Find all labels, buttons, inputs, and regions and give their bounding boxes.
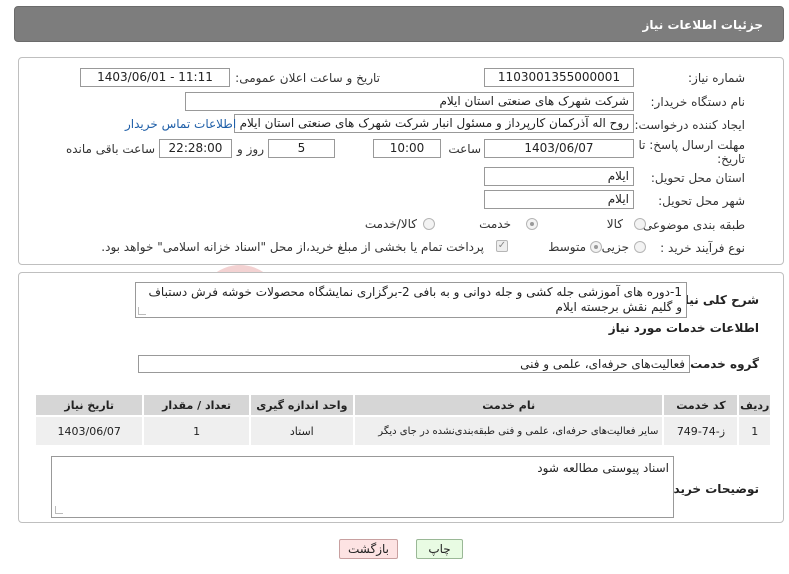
category-option-goods: کالا bbox=[606, 217, 623, 231]
process-radio-medium[interactable] bbox=[590, 241, 602, 253]
deadline-label: مهلت ارسال پاسخ: تا bbox=[638, 138, 745, 152]
cell-unit: استاد bbox=[248, 415, 355, 447]
process-label: نوع فرآیند خرید : bbox=[660, 241, 745, 255]
category-option-service: خدمت bbox=[479, 217, 511, 231]
city-label: شهر محل تحویل: bbox=[658, 194, 745, 208]
cell-row: 1 bbox=[737, 415, 772, 447]
announce-label: تاریخ و ساعت اعلان عمومی: bbox=[235, 71, 380, 85]
hour-label: ساعت bbox=[448, 142, 481, 156]
process-option-minor: جزیی bbox=[601, 240, 629, 254]
table-header-row: ردیف کد خدمت نام خدمت واحد اندازه گیری ت… bbox=[33, 393, 772, 417]
col-quantity: تعداد / مقدار bbox=[142, 393, 251, 417]
creator-field: روح اله آذرکمان کارپرداز و مسئول انبار ش… bbox=[234, 114, 634, 133]
buyer-label: نام دستگاه خریدار: bbox=[650, 95, 746, 109]
resize-handle[interactable] bbox=[138, 307, 146, 315]
table-row: 1 ز-74-749 سایر فعالیت‌های حرفه‌ای، علمی… bbox=[33, 415, 772, 447]
payment-note: پرداخت تمام یا بخشی از مبلغ خرید،از محل … bbox=[101, 240, 484, 254]
contact-info-link[interactable]: اطلاعات تماس خریدار bbox=[125, 117, 236, 131]
col-unit: واحد اندازه گیری bbox=[248, 393, 355, 417]
services-heading: اطلاعات خدمات مورد نیاز bbox=[608, 321, 759, 335]
page-title: جزئیات اطلاعات نیاز bbox=[642, 18, 763, 32]
category-option-goods-service: کالا/خدمت bbox=[364, 217, 417, 231]
col-service-code: کد خدمت bbox=[662, 393, 740, 417]
service-group-field: فعالیت‌های حرفه‌ای، علمی و فنی bbox=[138, 355, 690, 373]
page-header: جزئیات اطلاعات نیاز bbox=[14, 6, 784, 42]
days-field: 5 bbox=[268, 139, 335, 158]
process-radio-minor[interactable] bbox=[634, 241, 646, 253]
province-label: استان محل تحویل: bbox=[650, 171, 745, 185]
category-radio-goods-service[interactable] bbox=[423, 218, 435, 230]
col-row: ردیف bbox=[737, 393, 772, 417]
category-label: طبقه بندی موضوعی: bbox=[638, 218, 745, 232]
summary-field: 1-دوره های آموزشی جله کشی و جله دوانی و … bbox=[135, 282, 687, 318]
creator-label: ایجاد کننده درخواست: bbox=[634, 118, 745, 132]
announce-field: 1403/06/01 - 11:11 bbox=[80, 68, 230, 87]
cell-quantity: 1 bbox=[142, 415, 251, 447]
process-option-medium: متوسط bbox=[548, 240, 586, 254]
need-number-label: شماره نیاز: bbox=[688, 71, 745, 85]
deadline-label-2: تاریخ: bbox=[717, 152, 745, 166]
col-need-date: تاریخ نیاز bbox=[33, 393, 145, 417]
cell-service-code: ز-74-749 bbox=[662, 415, 740, 447]
city-field: ایلام bbox=[484, 190, 634, 209]
buyer-field: شرکت شهرک های صنعتی استان ایلام bbox=[185, 92, 634, 111]
remaining-time-field: 22:28:00 bbox=[159, 139, 232, 158]
back-button[interactable]: بازگشت bbox=[339, 539, 398, 559]
notes-resize-handle[interactable] bbox=[55, 506, 63, 514]
deadline-date-field: 1403/06/07 bbox=[484, 139, 634, 158]
print-button[interactable]: چاپ bbox=[416, 539, 463, 559]
deadline-hour-field: 10:00 bbox=[373, 139, 441, 158]
services-table: ردیف کد خدمت نام خدمت واحد اندازه گیری ت… bbox=[33, 393, 772, 447]
cell-service-name: سایر فعالیت‌های حرفه‌ای، علمی و فنی طبقه… bbox=[352, 415, 665, 447]
category-radio-goods[interactable] bbox=[634, 218, 646, 230]
cell-need-date: 1403/06/07 bbox=[33, 415, 145, 447]
need-info-panel bbox=[18, 57, 784, 265]
col-service-name: نام خدمت bbox=[352, 393, 665, 417]
province-field: ایلام bbox=[484, 167, 634, 186]
days-label: روز و bbox=[237, 142, 264, 156]
buyer-notes-field: اسناد پیوستی مطالعه شود bbox=[51, 456, 674, 518]
category-radio-service[interactable] bbox=[526, 218, 538, 230]
payment-checkbox[interactable]: ✓ bbox=[496, 240, 508, 252]
service-group-label: گروه خدمت: bbox=[685, 357, 759, 371]
need-number-field: 1103001355000001 bbox=[484, 68, 634, 87]
remaining-label: ساعت باقی مانده bbox=[65, 142, 155, 156]
